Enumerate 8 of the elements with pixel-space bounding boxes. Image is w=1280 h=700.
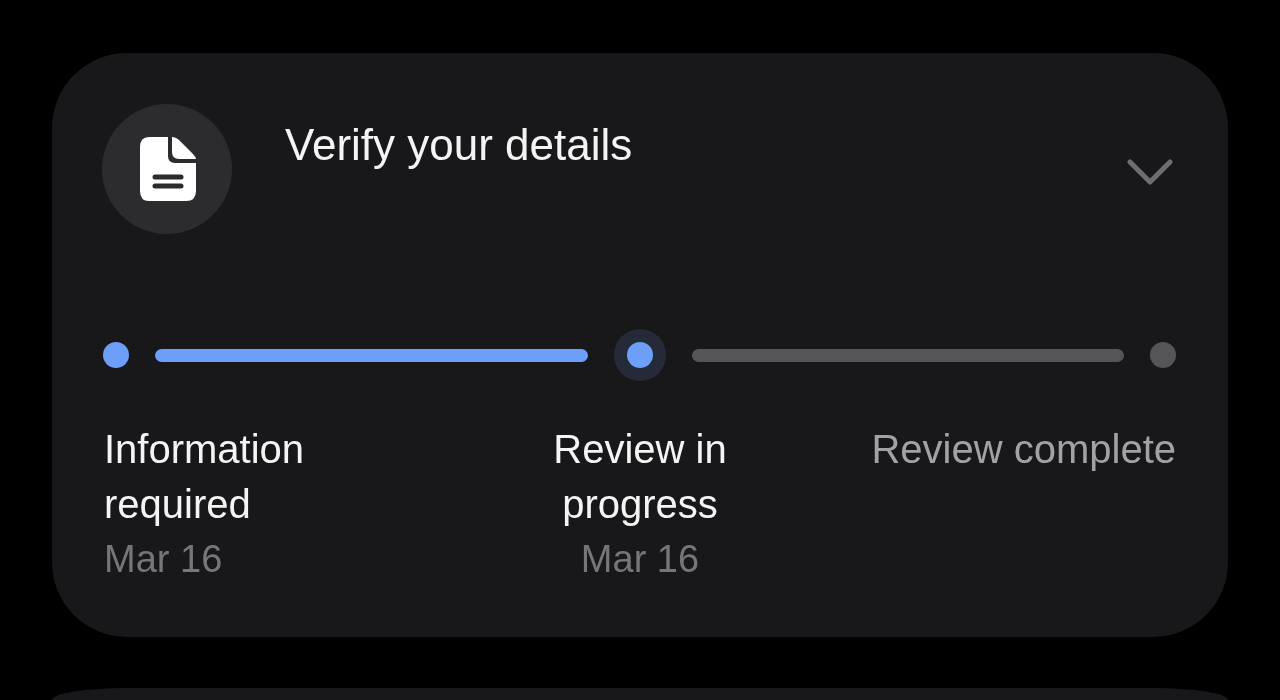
card-title: Verify your details xyxy=(285,119,633,171)
step-label: Information required xyxy=(104,426,306,528)
step-label: Review in progress xyxy=(552,426,728,528)
step-label: Review complete xyxy=(871,426,1176,473)
chevron-down-icon[interactable] xyxy=(1127,157,1173,187)
step-date: Mar 16 xyxy=(580,537,700,582)
step-date: Mar 16 xyxy=(104,537,223,582)
document-icon xyxy=(102,104,232,234)
